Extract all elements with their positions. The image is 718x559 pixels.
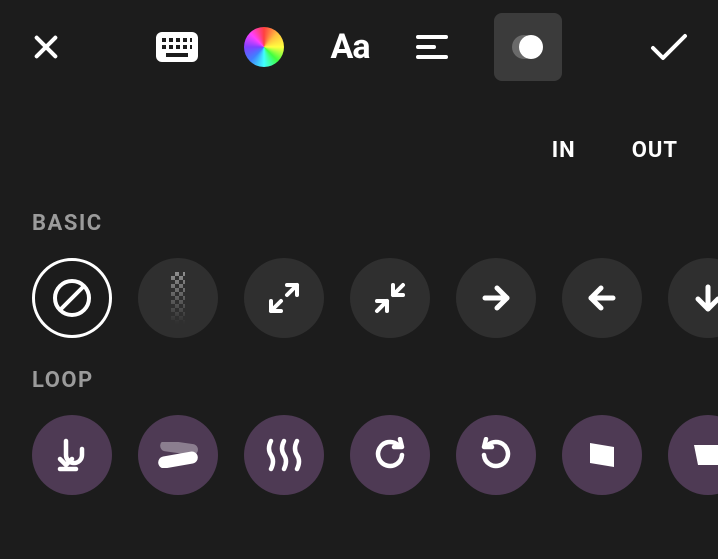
effect-slide-right[interactable] bbox=[456, 258, 536, 338]
toolbar: Aa bbox=[90, 13, 628, 81]
effect-wave[interactable] bbox=[244, 415, 324, 495]
rotate-cw-icon bbox=[372, 437, 408, 473]
bounce-icon bbox=[52, 435, 92, 475]
effect-slide-down[interactable] bbox=[668, 258, 718, 338]
none-icon bbox=[51, 277, 93, 319]
close-icon bbox=[30, 31, 62, 63]
keyboard-button[interactable] bbox=[156, 32, 198, 62]
effect-zoom-out[interactable] bbox=[350, 258, 430, 338]
effect-swing[interactable] bbox=[138, 415, 218, 495]
tab-in[interactable]: IN bbox=[552, 138, 576, 163]
effects-icon bbox=[508, 27, 548, 67]
top-right bbox=[628, 32, 688, 62]
font-icon: Aa bbox=[330, 27, 369, 67]
loop-row bbox=[0, 415, 718, 495]
arrow-down-icon bbox=[692, 282, 718, 314]
effect-spin-ccw[interactable] bbox=[456, 415, 536, 495]
expand-icon bbox=[268, 282, 300, 314]
wave-icon bbox=[265, 437, 303, 473]
check-icon bbox=[650, 32, 688, 62]
effect-spin-cw[interactable] bbox=[350, 415, 430, 495]
top-left bbox=[30, 31, 90, 63]
effect-bounce[interactable] bbox=[32, 415, 112, 495]
section-label-basic: BASIC bbox=[0, 163, 718, 258]
effect-more[interactable] bbox=[668, 415, 718, 495]
confirm-button[interactable] bbox=[650, 32, 688, 62]
close-button[interactable] bbox=[30, 31, 62, 63]
color-wheel-icon bbox=[244, 27, 284, 67]
more-icon bbox=[690, 437, 718, 473]
sway-icon bbox=[584, 437, 620, 473]
effect-slide-left[interactable] bbox=[562, 258, 642, 338]
basic-row bbox=[0, 258, 718, 338]
keyboard-icon bbox=[156, 32, 198, 62]
effect-sway[interactable] bbox=[562, 415, 642, 495]
effect-none[interactable] bbox=[32, 258, 112, 338]
tab-out[interactable]: OUT bbox=[632, 138, 678, 163]
arrow-right-icon bbox=[480, 282, 512, 314]
contract-icon bbox=[374, 282, 406, 314]
fade-icon bbox=[171, 272, 185, 324]
arrow-left-icon bbox=[586, 282, 618, 314]
swing-icon bbox=[156, 442, 200, 468]
top-bar: Aa bbox=[0, 0, 718, 94]
effect-fade[interactable] bbox=[138, 258, 218, 338]
color-button[interactable] bbox=[244, 27, 284, 67]
font-button[interactable]: Aa bbox=[330, 27, 369, 67]
align-button[interactable] bbox=[416, 34, 448, 60]
section-label-loop: LOOP bbox=[0, 338, 718, 415]
align-left-icon bbox=[416, 34, 448, 60]
direction-tabs: IN OUT bbox=[0, 94, 718, 163]
effects-button[interactable] bbox=[494, 13, 562, 81]
effect-zoom-in[interactable] bbox=[244, 258, 324, 338]
rotate-ccw-icon bbox=[478, 437, 514, 473]
